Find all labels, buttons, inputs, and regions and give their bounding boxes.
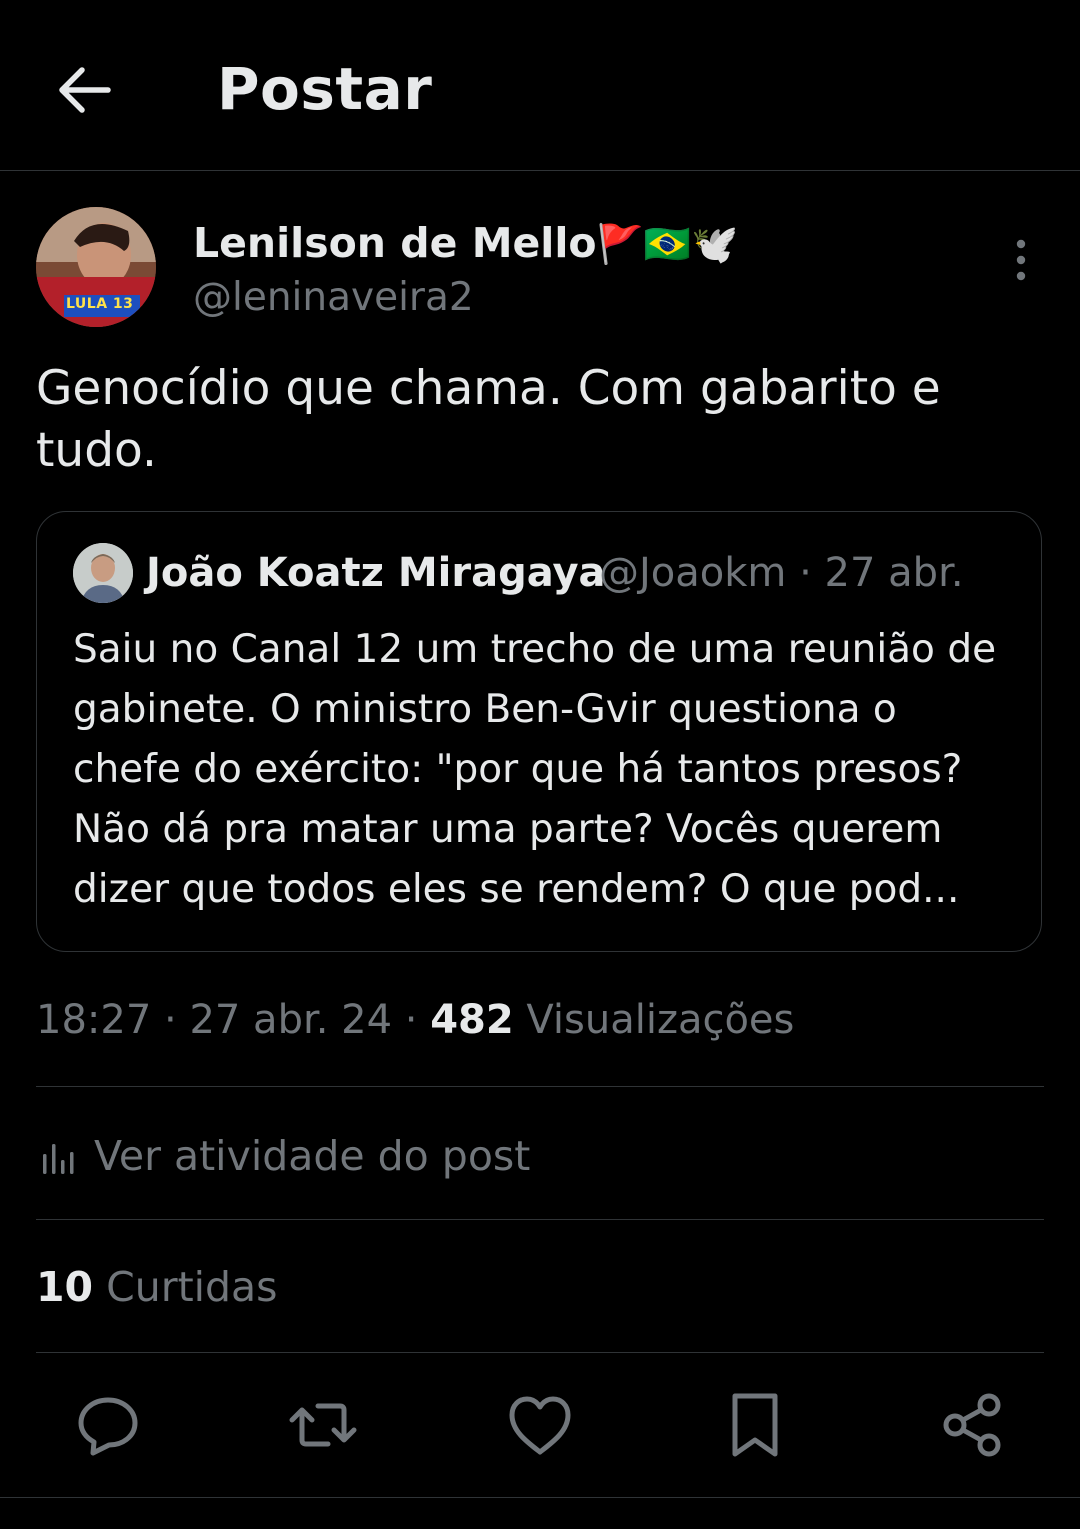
author-handle[interactable]: @leninaveira2 — [193, 275, 474, 320]
author-flags: 🚩🇧🇷🕊️ — [596, 222, 739, 266]
bottom-divider — [0, 1497, 1080, 1498]
quote-author-name: João Koatz Miragaya — [146, 550, 606, 596]
quote-meta: @Joaokm · 27 abr. — [599, 550, 964, 596]
avatar-badge-text: LULA 13 — [66, 296, 134, 312]
likes-count-link[interactable]: 10 Curtidas — [36, 1263, 278, 1311]
heart-icon — [509, 1396, 571, 1455]
quote-text: Saiu no Canal 12 um trecho de uma reuniã… — [73, 627, 997, 912]
author-name[interactable]: Lenilson de Mello🚩🇧🇷🕊️ — [193, 219, 739, 267]
post-date[interactable]: 27 abr. 24 — [189, 997, 392, 1043]
quote-date: 27 abr. — [824, 550, 964, 596]
post-author: LULA 13 Lenilson de Mello🚩🇧🇷🕊️ @leninave… — [36, 207, 1046, 327]
repost-icon — [289, 1403, 357, 1447]
quote-separator: · — [799, 550, 812, 596]
likes-label: Curtidas — [93, 1263, 278, 1311]
meta-separator: · — [151, 997, 190, 1043]
views-count: 482 — [430, 997, 514, 1043]
post-meta: 18:27 · 27 abr. 24 · 482 Visualizações — [36, 997, 794, 1043]
divider — [36, 1086, 1044, 1087]
post-time: 18:27 — [36, 997, 152, 1043]
author-avatar[interactable]: LULA 13 — [36, 207, 156, 327]
reply-icon — [78, 1397, 138, 1456]
likes-count: 10 — [36, 1263, 94, 1311]
bookmark-button[interactable] — [720, 1390, 790, 1460]
repost-button[interactable] — [288, 1390, 358, 1460]
share-button[interactable] — [937, 1390, 1007, 1460]
bookmark-icon — [732, 1393, 778, 1457]
quoted-post[interactable]: João Koatz Miragaya @Joaokm · 27 abr. Sa… — [36, 511, 1042, 952]
divider — [36, 1352, 1044, 1353]
divider — [36, 1219, 1044, 1220]
author-name-text: Lenilson de Mello — [193, 219, 597, 267]
like-button[interactable] — [505, 1390, 575, 1460]
reply-button[interactable] — [73, 1390, 143, 1460]
post-text: Genocídio que chama. Com gabarito e tudo… — [36, 361, 941, 478]
more-options-button[interactable] — [996, 235, 1046, 285]
views-label: Visualizações — [513, 997, 795, 1043]
arrow-left-icon — [59, 67, 111, 113]
more-vertical-icon — [1016, 239, 1026, 281]
top-bar: Postar — [0, 0, 1080, 171]
share-icon — [943, 1393, 1001, 1457]
quote-author-avatar — [73, 543, 133, 603]
analytics-icon — [43, 1144, 74, 1174]
activity-label: Ver atividade do post — [94, 1132, 531, 1180]
page-title: Postar — [217, 55, 433, 123]
quote-author-handle: @Joaokm — [599, 550, 787, 596]
meta-separator: · — [392, 997, 431, 1043]
back-button[interactable] — [52, 58, 116, 122]
action-bar — [0, 1380, 1080, 1470]
